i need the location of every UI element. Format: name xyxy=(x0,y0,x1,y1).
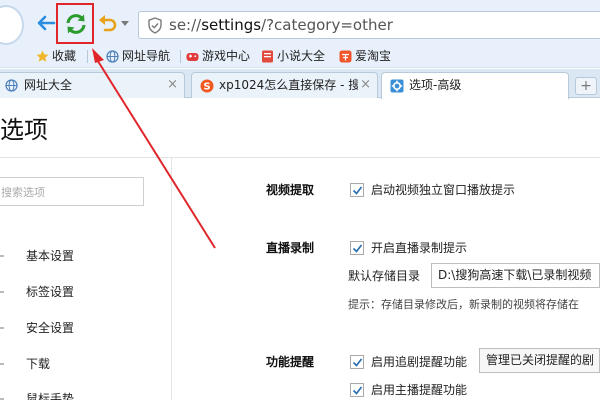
tab-strip: 网址大全 × S xp1024怎么直接保存 - 搜 × 选项-高级 + xyxy=(0,69,600,99)
nav-bullet xyxy=(0,255,4,257)
bookmarks-bar: 收藏 网址导航 游戏中心 小说大全 爱淘宝 xyxy=(0,45,600,68)
streamer-reminder-checkbox[interactable] xyxy=(350,383,364,397)
header-divider xyxy=(0,157,600,158)
undo-button[interactable] xyxy=(97,12,119,34)
sidebar-item-basic[interactable]: 基本设置 xyxy=(0,245,171,267)
svg-text:S: S xyxy=(203,82,210,93)
drama-reminder-label: 启用追剧提醒功能 xyxy=(371,355,468,369)
section-title-live: 直播录制 xyxy=(266,241,315,255)
check-icon xyxy=(352,186,363,195)
undo-dropdown-icon[interactable] xyxy=(121,21,129,26)
avatar[interactable] xyxy=(0,5,24,45)
globe-icon xyxy=(5,79,18,92)
bookmark-favorites[interactable]: 收藏 xyxy=(36,48,76,65)
bookmark-label: 爱淘宝 xyxy=(355,49,392,63)
section-title-video: 视频提取 xyxy=(266,183,315,197)
sidebar-item-tabs[interactable]: 标签设置 xyxy=(0,281,171,303)
url-path: /?category=other xyxy=(261,16,393,34)
back-button[interactable] xyxy=(34,11,58,35)
annotation-highlight-box xyxy=(56,3,94,44)
star-icon xyxy=(36,50,49,62)
tab-search[interactable]: S xp1024怎么直接保存 - 搜 × xyxy=(191,72,378,98)
tab-label: 网址大全 xyxy=(24,78,73,92)
nav-bullet xyxy=(0,291,4,293)
bookmark-label: 网址导航 xyxy=(122,49,171,63)
bookmark-divider xyxy=(87,50,88,63)
shield-icon xyxy=(148,17,162,34)
storage-dir-hint: 提示：存储目录修改后，新录制的视频将存储在 xyxy=(348,298,579,311)
video-popup-checkbox[interactable] xyxy=(350,183,364,197)
bookmark-nav[interactable]: 网址导航 xyxy=(106,48,170,65)
address-bar[interactable]: se://settings/?category=other xyxy=(138,11,600,39)
bookmark-games[interactable]: 游戏中心 xyxy=(186,48,250,65)
drama-reminder-checkbox[interactable] xyxy=(350,355,364,369)
live-record-checkbox[interactable] xyxy=(350,241,364,255)
book-icon xyxy=(262,50,273,63)
storage-dir-input[interactable]: D:\搜狗高速下载\已录制视频 xyxy=(431,263,600,288)
bookmark-label: 小说大全 xyxy=(277,49,326,63)
sogou-icon: S xyxy=(200,79,214,93)
undo-icon xyxy=(99,15,117,32)
tab-options-advanced[interactable]: 选项-高级 xyxy=(381,72,569,99)
bookmark-label: 收藏 xyxy=(52,49,77,63)
check-icon xyxy=(352,358,363,367)
bookmark-novels[interactable]: 小说大全 xyxy=(261,48,325,65)
sidebar-item-label: 标签设置 xyxy=(26,285,75,299)
tab-label: 选项-高级 xyxy=(409,78,462,92)
globe-icon xyxy=(106,50,119,63)
tab-web-directory[interactable]: 网址大全 × xyxy=(0,72,185,98)
game-icon xyxy=(186,53,199,61)
sidebar-divider xyxy=(171,158,172,400)
nav-bullet xyxy=(0,363,4,365)
tab-label: xp1024怎么直接保存 - 搜 xyxy=(219,78,361,92)
options-search-input[interactable]: 搜索选项 xyxy=(0,177,144,206)
sidebar-item-security[interactable]: 安全设置 xyxy=(0,317,171,339)
sidebar-item-label: 安全设置 xyxy=(26,321,75,335)
bookmark-taobao[interactable]: 爱淘宝 xyxy=(339,48,391,65)
tab-close-button[interactable]: × xyxy=(358,77,371,93)
tao-icon xyxy=(339,50,352,63)
bookmark-label: 游戏中心 xyxy=(202,49,251,63)
section-title-reminder: 功能提醒 xyxy=(266,355,315,369)
storage-dir-label: 默认存储目录 xyxy=(348,269,421,283)
bookmark-divider xyxy=(180,50,181,63)
sidebar-item-label: 基本设置 xyxy=(26,249,75,263)
page-title: 选项 xyxy=(0,116,48,144)
sidebar-item-label: 鼠标手势 xyxy=(26,392,75,400)
nav-bullet xyxy=(0,327,4,329)
streamer-reminder-label: 启用主播提醒功能 xyxy=(371,383,468,397)
new-tab-button[interactable]: + xyxy=(575,77,597,95)
back-arrow-icon xyxy=(37,15,56,31)
tab-close-button[interactable]: × xyxy=(167,77,178,93)
sidebar-item-mouse-gestures[interactable]: 鼠标手势 xyxy=(0,388,171,400)
search-placeholder: 搜索选项 xyxy=(1,186,45,199)
live-record-label: 开启直播录制提示 xyxy=(371,241,468,255)
url-prefix: se:// xyxy=(169,16,202,34)
check-icon xyxy=(352,244,363,253)
sidebar-item-label: 下载 xyxy=(26,357,51,371)
gear-icon xyxy=(390,79,404,93)
manage-closed-reminders-button[interactable]: 管理已关闭提醒的剧 xyxy=(479,348,600,373)
check-icon xyxy=(352,386,363,395)
address-text[interactable]: se://settings/?category=other xyxy=(169,16,393,34)
video-popup-label: 启动视频独立窗口播放提示 xyxy=(371,183,516,197)
url-host: settings xyxy=(201,16,262,34)
sidebar-item-download[interactable]: 下载 xyxy=(0,353,171,375)
